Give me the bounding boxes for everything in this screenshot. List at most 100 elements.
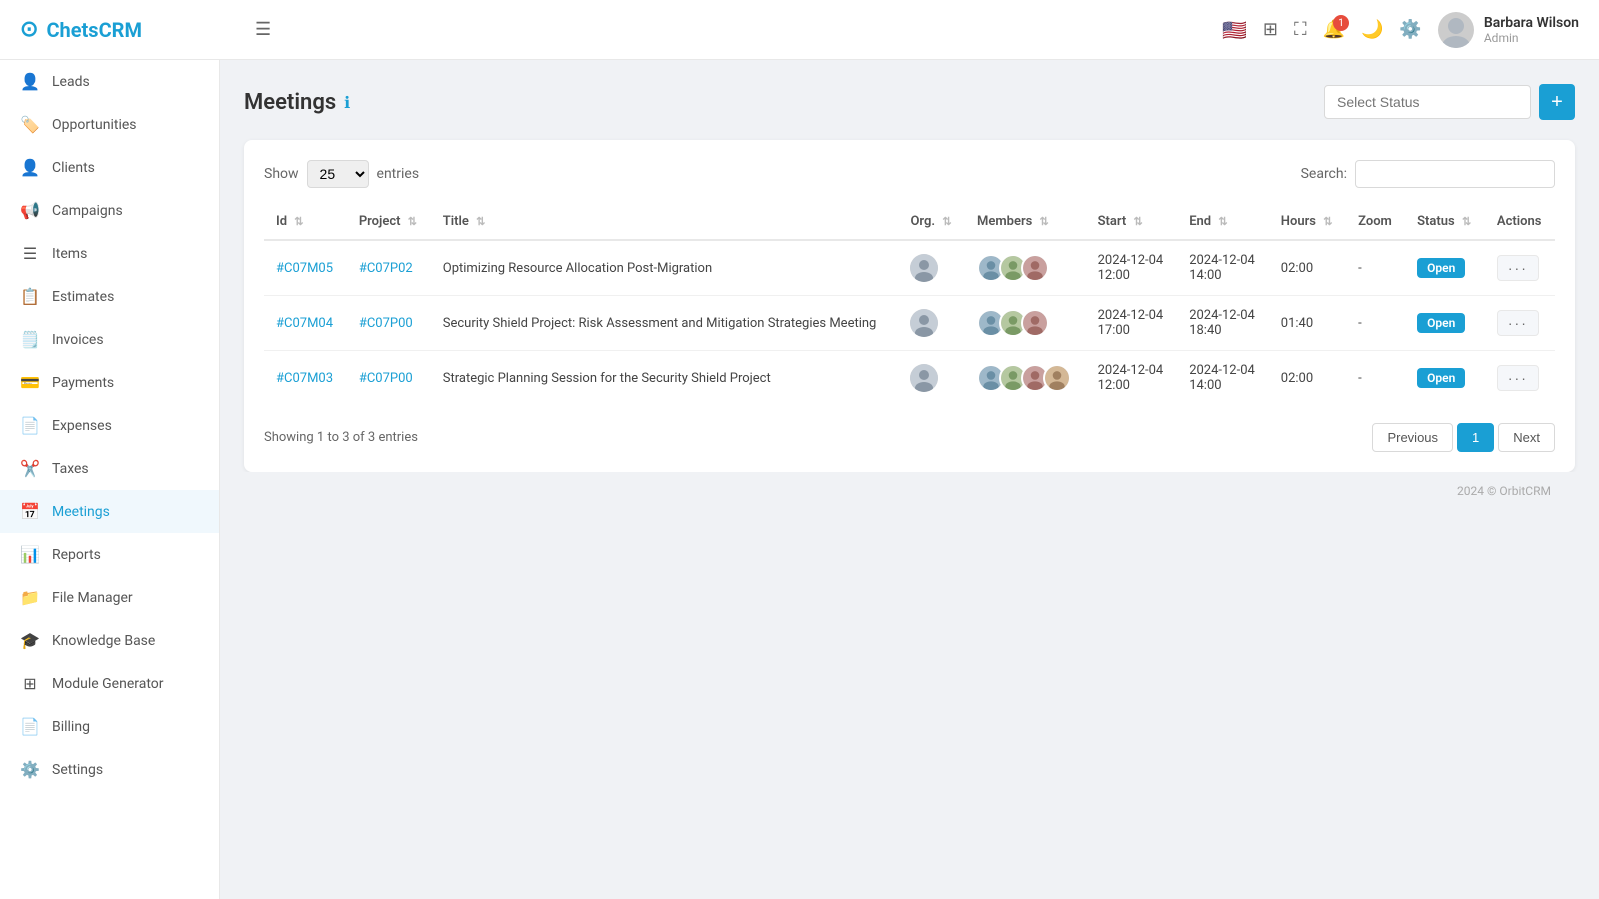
settings-icon[interactable]: ⚙️ xyxy=(1399,19,1421,40)
next-button[interactable]: Next xyxy=(1498,423,1555,452)
sidebar-item-label: Opportunities xyxy=(52,117,137,133)
sidebar-item-payments[interactable]: 💳 Payments xyxy=(0,361,219,404)
row-title: Optimizing Resource Allocation Post-Migr… xyxy=(431,240,899,296)
notification-icon[interactable]: 🔔 1 xyxy=(1323,19,1345,40)
row-project: #C07P00 xyxy=(347,351,431,406)
leads-icon: 👤 xyxy=(20,72,40,91)
sidebar-item-estimates[interactable]: 📋 Estimates xyxy=(0,275,219,318)
sidebar-item-meetings[interactable]: 📅 Meetings xyxy=(0,490,219,533)
info-icon[interactable]: ℹ xyxy=(344,93,350,112)
sidebar-item-clients[interactable]: 👤 Clients xyxy=(0,146,219,189)
status-badge: Open xyxy=(1417,258,1465,278)
show-select[interactable]: 25 50 100 xyxy=(307,160,369,188)
project-link[interactable]: #C07P00 xyxy=(359,316,413,331)
sidebar-item-reports[interactable]: 📊 Reports xyxy=(0,533,219,576)
page-header: Meetings ℹ + xyxy=(244,84,1575,120)
row-status: Open xyxy=(1405,296,1485,351)
col-status[interactable]: Status ⇅ xyxy=(1405,204,1485,240)
col-start[interactable]: Start ⇅ xyxy=(1086,204,1178,240)
pagination: Previous 1 Next xyxy=(1372,423,1555,452)
file-manager-icon: 📁 xyxy=(20,588,40,607)
entries-label: entries xyxy=(377,166,420,182)
sidebar-item-campaigns[interactable]: 📢 Campaigns xyxy=(0,189,219,232)
sidebar-item-label: Invoices xyxy=(52,332,104,348)
search-input[interactable] xyxy=(1355,160,1555,188)
meeting-id-link[interactable]: #C07M03 xyxy=(276,371,333,386)
sidebar-item-label: Leads xyxy=(52,74,90,90)
row-start: 2024-12-0417:00 xyxy=(1086,296,1178,351)
actions-button[interactable]: ··· xyxy=(1497,365,1539,391)
sidebar-item-items[interactable]: ☰ Items xyxy=(0,232,219,275)
meeting-id-link[interactable]: #C07M05 xyxy=(276,261,333,276)
previous-button[interactable]: Previous xyxy=(1372,423,1453,452)
hamburger-icon[interactable]: ☰ xyxy=(250,14,276,45)
show-entries: Show 25 50 100 entries xyxy=(264,160,419,188)
status-select-input[interactable] xyxy=(1324,85,1531,119)
sidebar-item-label: Estimates xyxy=(52,289,114,305)
sidebar-item-leads[interactable]: 👤 Leads xyxy=(0,60,219,103)
sidebar-item-module-generator[interactable]: ⊞ Module Generator xyxy=(0,662,219,705)
col-hours[interactable]: Hours ⇅ xyxy=(1269,204,1346,240)
dark-mode-icon[interactable]: 🌙 xyxy=(1361,19,1383,40)
sidebar-item-label: Settings xyxy=(52,762,103,778)
page-title: Meetings xyxy=(244,90,336,115)
page-1-button[interactable]: 1 xyxy=(1457,423,1494,452)
actions-button[interactable]: ··· xyxy=(1497,310,1539,336)
row-title: Security Shield Project: Risk Assessment… xyxy=(431,296,899,351)
sidebar-item-file-manager[interactable]: 📁 File Manager xyxy=(0,576,219,619)
table-card: Show 25 50 100 entries Search: xyxy=(244,140,1575,472)
logo-icon: ⊙ xyxy=(20,17,38,42)
table-header: Id ⇅ Project ⇅ Title ⇅ Org. ⇅ Members ⇅ … xyxy=(264,204,1555,240)
sidebar-item-knowledge-base[interactable]: 🎓 Knowledge Base xyxy=(0,619,219,662)
row-start: 2024-12-0412:00 xyxy=(1086,351,1178,406)
sidebar-item-opportunities[interactable]: 🏷️ Opportunities xyxy=(0,103,219,146)
col-members[interactable]: Members ⇅ xyxy=(965,204,1086,240)
row-project: #C07P02 xyxy=(347,240,431,296)
logo: ⊙ ChetsCRM xyxy=(20,17,240,42)
add-button[interactable]: + xyxy=(1539,84,1575,120)
sidebar-item-expenses[interactable]: 📄 Expenses xyxy=(0,404,219,447)
actions-button[interactable]: ··· xyxy=(1497,255,1539,281)
sidebar-item-label: Taxes xyxy=(52,461,89,477)
status-badge: Open xyxy=(1417,368,1465,388)
col-id[interactable]: Id ⇅ xyxy=(264,204,347,240)
row-start: 2024-12-0412:00 xyxy=(1086,240,1178,296)
avatar-group xyxy=(977,364,1074,392)
user-avatar-container[interactable]: Barbara Wilson Admin xyxy=(1438,12,1579,48)
col-org[interactable]: Org. ⇅ xyxy=(898,204,965,240)
row-members xyxy=(965,351,1086,406)
showing-text: Showing 1 to 3 of 3 entries xyxy=(264,430,418,445)
col-end[interactable]: End ⇅ xyxy=(1177,204,1269,240)
row-hours: 01:40 xyxy=(1269,296,1346,351)
header-center: ☰ xyxy=(240,14,1222,45)
row-zoom: - xyxy=(1346,296,1405,351)
row-id: #C07M05 xyxy=(264,240,347,296)
row-status: Open xyxy=(1405,351,1485,406)
col-project[interactable]: Project ⇅ xyxy=(347,204,431,240)
meetings-table: Id ⇅ Project ⇅ Title ⇅ Org. ⇅ Members ⇅ … xyxy=(264,204,1555,405)
sidebar-item-invoices[interactable]: 🗒️ Invoices xyxy=(0,318,219,361)
sidebar-item-label: Knowledge Base xyxy=(52,633,155,649)
row-zoom: - xyxy=(1346,351,1405,406)
fullscreen-icon[interactable]: ⛶ xyxy=(1294,19,1307,40)
clients-icon: 👤 xyxy=(20,158,40,177)
settings-sidebar-icon: ⚙️ xyxy=(20,760,40,779)
row-title: Strategic Planning Session for the Secur… xyxy=(431,351,899,406)
pagination-row: Showing 1 to 3 of 3 entries Previous 1 N… xyxy=(264,423,1555,452)
sidebar-item-billing[interactable]: 📄 Billing xyxy=(0,705,219,748)
user-name: Barbara Wilson xyxy=(1484,15,1579,31)
sidebar-item-settings[interactable]: ⚙️ Settings xyxy=(0,748,219,791)
project-link[interactable]: #C07P02 xyxy=(359,261,413,276)
org-avatar xyxy=(910,309,938,337)
sidebar-item-label: Billing xyxy=(52,719,90,735)
project-link[interactable]: #C07P00 xyxy=(359,371,413,386)
row-end: 2024-12-0414:00 xyxy=(1177,240,1269,296)
opportunities-icon: 🏷️ xyxy=(20,115,40,134)
page-title-row: Meetings ℹ xyxy=(244,90,350,115)
sidebar-item-taxes[interactable]: ✂️ Taxes xyxy=(0,447,219,490)
col-actions: Actions xyxy=(1485,204,1555,240)
grid-icon[interactable]: ⊞ xyxy=(1263,19,1278,40)
member-avatar xyxy=(1021,254,1049,282)
col-title[interactable]: Title ⇅ xyxy=(431,204,899,240)
meeting-id-link[interactable]: #C07M04 xyxy=(276,316,333,331)
